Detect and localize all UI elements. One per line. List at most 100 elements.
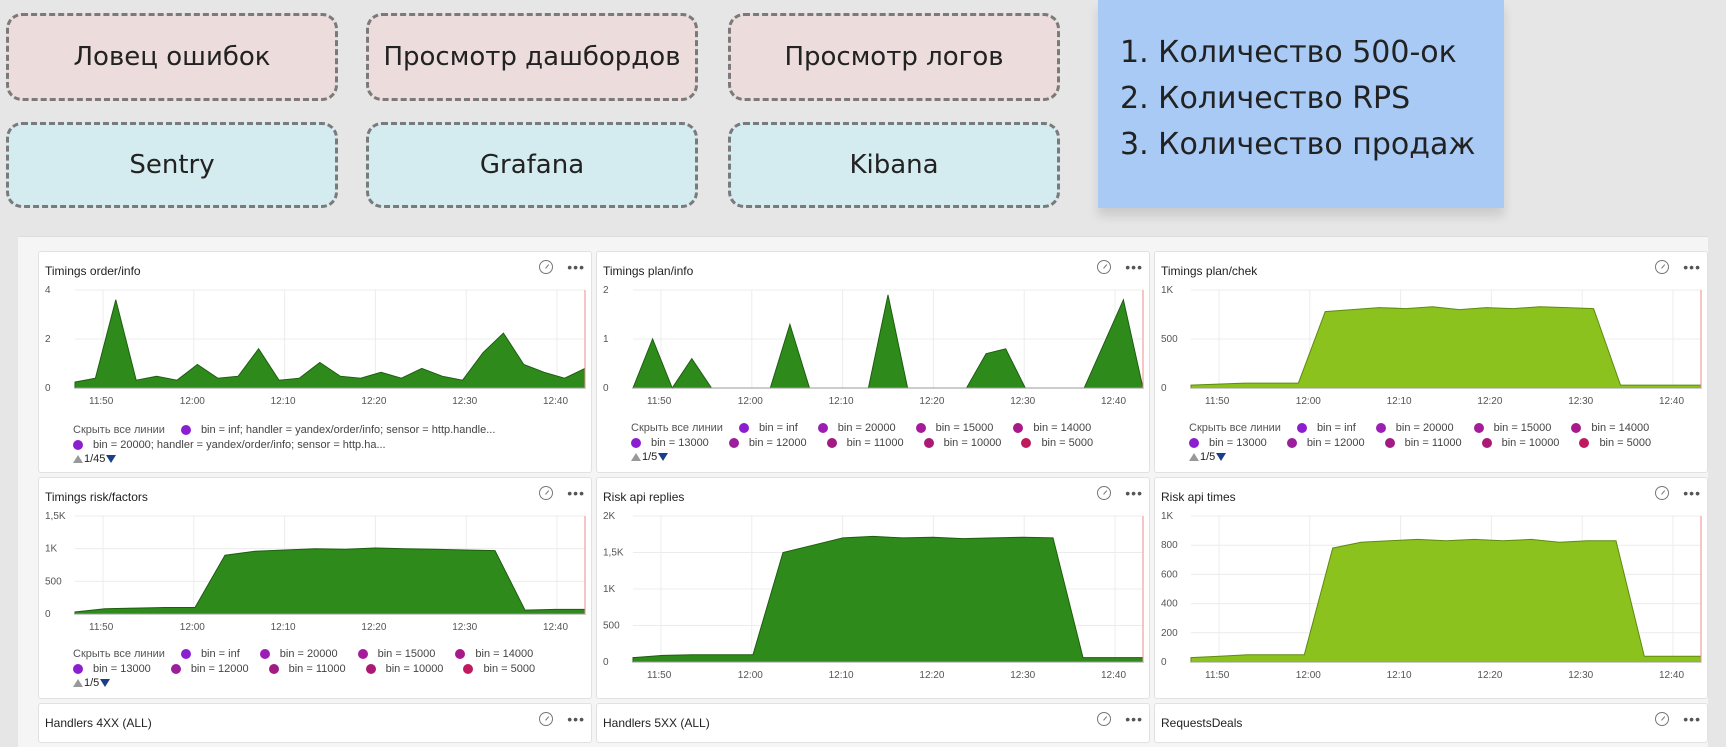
x-tick-label: 12:00 (180, 396, 205, 407)
pager-up-icon[interactable] (631, 453, 641, 461)
compass-icon[interactable] (1097, 486, 1112, 500)
legend-pager[interactable]: 1/45 (73, 452, 515, 466)
legend-dot (1571, 422, 1582, 433)
pager-down-icon[interactable] (100, 679, 111, 687)
x-tick-label: 12:40 (1659, 396, 1684, 407)
legend-item[interactable]: bin = 5000 (1021, 437, 1093, 449)
series-area (632, 535, 1144, 663)
x-tick-label: 12:30 (1010, 396, 1035, 407)
more-icon[interactable]: ••• (1125, 712, 1143, 726)
compass-icon[interactable] (1655, 260, 1670, 274)
legend-item[interactable]: bin = 14000 (1571, 422, 1649, 434)
legend-item[interactable]: bin = 11000 (1384, 437, 1462, 449)
legend-item[interactable]: bin = 15000 (915, 422, 993, 434)
hide-all-lines[interactable]: Скрыть все линии (1189, 422, 1281, 434)
more-icon[interactable]: ••• (567, 260, 585, 274)
compass-icon[interactable] (539, 486, 554, 500)
legend-item[interactable]: bin = 12000 (170, 663, 249, 675)
legend-item[interactable]: bin = 13000 (73, 663, 151, 675)
chip-logs[interactable]: Просмотр логов (728, 13, 1060, 101)
pager-down-icon[interactable] (106, 455, 117, 463)
more-icon[interactable]: ••• (567, 486, 585, 500)
legend-item[interactable]: bin = 14000 (455, 648, 533, 660)
more-icon[interactable]: ••• (1683, 260, 1701, 274)
hide-all-lines[interactable]: Скрыть все линии (631, 422, 723, 434)
y-tick-label: 500 (1161, 334, 1178, 345)
y-tick-label: 1K (603, 584, 616, 595)
pager-down-icon[interactable] (658, 453, 669, 461)
x-tick-label: 11:50 (1205, 670, 1230, 681)
compass-icon[interactable] (1097, 712, 1112, 726)
legend-item[interactable]: bin = 15000 (357, 648, 435, 660)
legend-item[interactable]: bin = 20000 (259, 648, 338, 660)
hide-all-lines[interactable]: Скрыть все линии (73, 424, 165, 436)
panel-title: Handlers 4XX (ALL) (45, 716, 152, 730)
compass-icon[interactable] (539, 260, 554, 274)
legend-dot (455, 648, 466, 659)
chip-dashboards[interactable]: Просмотр дашбордов (366, 13, 698, 101)
pager-up-icon[interactable] (73, 679, 83, 687)
y-tick-label: 0 (45, 609, 51, 620)
legend-item[interactable]: bin = 20000; handler = yandex/order/info… (73, 439, 386, 451)
chip-grafana[interactable]: Grafana (366, 122, 698, 208)
x-tick-label: 12:00 (738, 396, 763, 407)
x-tick-label: 12:10 (829, 670, 854, 681)
legend-item[interactable]: bin = 15000 (1473, 422, 1551, 434)
legend-pager[interactable]: 1/5 (1189, 450, 1671, 464)
compass-icon[interactable] (539, 712, 554, 726)
chip-error-catcher[interactable]: Ловец ошибок (6, 13, 338, 101)
legend-dot (170, 663, 181, 674)
legend-item[interactable]: bin = 13000 (1189, 437, 1267, 449)
legend-dot (180, 424, 191, 435)
legend-item[interactable]: bin = inf (1296, 422, 1356, 434)
more-icon[interactable]: ••• (1683, 486, 1701, 500)
more-icon[interactable]: ••• (1683, 712, 1701, 726)
panel-timings-risk-factors: Timings risk/factors ••• 0 500 1K 1,5K 11:50… (38, 477, 592, 699)
legend-pager[interactable]: 1/5 (73, 676, 555, 690)
y-tick-label: 500 (45, 576, 62, 587)
legend-item[interactable]: bin = 11000 (268, 663, 346, 675)
more-icon[interactable]: ••• (1125, 260, 1143, 274)
pager-text: 1/5 (1200, 451, 1216, 463)
x-tick-label: 12:20 (919, 670, 944, 681)
legend-item[interactable]: bin = inf (738, 422, 798, 434)
chip-sentry[interactable]: Sentry (6, 122, 338, 208)
y-tick-label: 600 (1161, 569, 1178, 580)
legend-item[interactable]: bin = 10000 (1481, 437, 1559, 449)
panel-risk-api-times: Risk api times ••• 0 200 400 600 800 1K 11:50 1… (1154, 477, 1708, 699)
compass-icon[interactable] (1097, 260, 1112, 274)
legend-item[interactable]: bin = 10000 (923, 437, 1001, 449)
legend-item[interactable]: bin = 13000 (631, 437, 709, 449)
compass-icon[interactable] (1655, 486, 1670, 500)
x-tick-label: 12:10 (1387, 670, 1412, 681)
sticky-note[interactable]: 1. Количество 500-ок 2. Количество RPS 3… (1098, 0, 1504, 208)
chip-kibana[interactable]: Kibana (728, 122, 1060, 208)
panel-timings-plan-chek: Timings plan/chek ••• 0 500 1K 11:50 12:00 12… (1154, 251, 1708, 473)
legend-dot (1375, 422, 1386, 433)
legend-item[interactable]: bin = 11000 (826, 437, 904, 449)
legend-item[interactable]: bin = 5000 (463, 663, 535, 675)
legend-item[interactable]: bin = 20000 (1375, 422, 1454, 434)
legend-dot (1481, 437, 1492, 448)
pager-up-icon[interactable] (1189, 453, 1199, 461)
y-tick-label: 2 (603, 285, 609, 296)
legend-item[interactable]: bin = 10000 (365, 663, 443, 675)
legend-label: bin = 5000 (1041, 436, 1094, 449)
pager-up-icon[interactable] (73, 455, 83, 463)
legend-item[interactable]: bin = inf (180, 648, 240, 660)
more-icon[interactable]: ••• (567, 712, 585, 726)
legend-item[interactable]: bin = 5000 (1579, 437, 1651, 449)
legend-item[interactable]: bin = 20000 (817, 422, 896, 434)
legend-pager[interactable]: 1/5 (631, 450, 1113, 464)
legend-item[interactable]: bin = 14000 (1013, 422, 1091, 434)
legend-item[interactable]: bin = 12000 (1286, 437, 1365, 449)
compass-icon[interactable] (1655, 712, 1670, 726)
legend-dot (73, 663, 83, 674)
legend-item[interactable]: bin = 12000 (728, 437, 807, 449)
y-tick-label: 0 (603, 383, 609, 394)
pager-text: 1/5 (642, 451, 658, 463)
more-icon[interactable]: ••• (1125, 486, 1143, 500)
legend-item[interactable]: bin = inf; handler = yandex/order/info; … (180, 424, 495, 436)
hide-all-lines[interactable]: Скрыть все линии (73, 648, 165, 660)
pager-down-icon[interactable] (1216, 453, 1227, 461)
